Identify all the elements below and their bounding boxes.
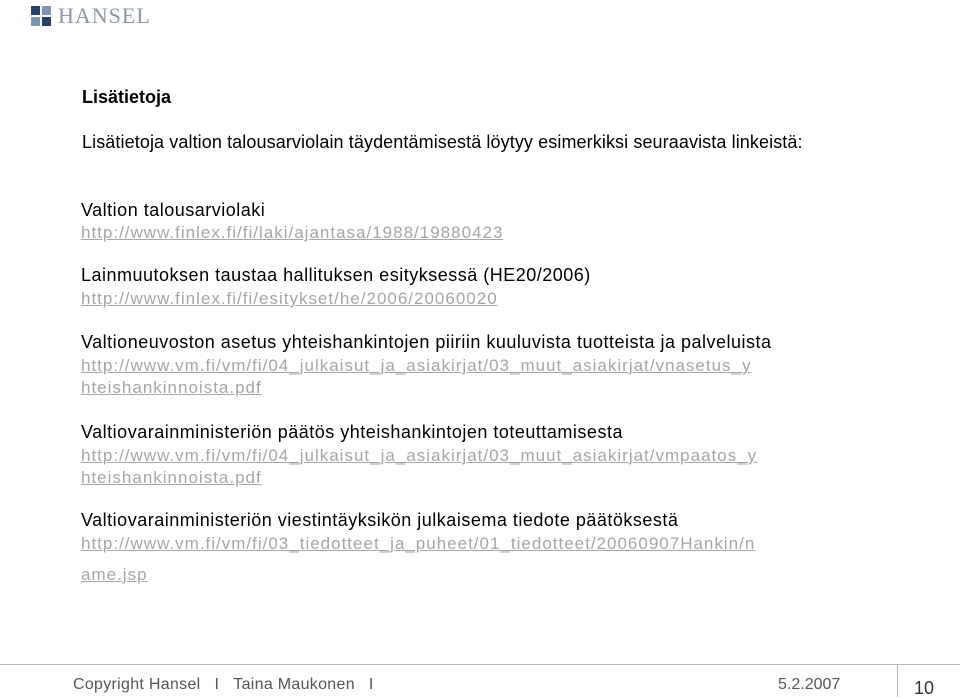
- section-title-vm-paatos: Valtiovarainministeriön päätös yhteishan…: [81, 422, 623, 442]
- hansel-logo-icon: [31, 6, 51, 26]
- section-title-tiedote: Valtiovarainministeriön viestintäyksikön…: [81, 510, 679, 530]
- link-tiedote-line-1[interactable]: http://www.vm.fi/vm/fi/03_tiedotteet_ja_…: [81, 532, 755, 555]
- section-title-vn-asetus: Valtioneuvoston asetus yhteishankintojen…: [81, 332, 772, 352]
- link-vm-paatos-line-1[interactable]: http://www.vm.fi/vm/fi/04_julkaisut_ja_a…: [81, 444, 757, 467]
- footer-author: Taina Maukonen: [233, 676, 355, 693]
- hansel-logo: HANSEL: [31, 3, 151, 29]
- section-title-lainmuutos: Lainmuutoksen taustaa hallituksen esityk…: [81, 265, 591, 285]
- footer-credits: Copyright Hansel I Taina Maukonen I: [73, 676, 388, 694]
- intro-text: Lisätietoja valtion talousarviolain täyd…: [82, 132, 803, 152]
- section-title-talousarviolaki: Valtion talousarviolaki: [81, 200, 266, 220]
- logo-text: HANSEL: [58, 3, 151, 28]
- link-talousarviolaki[interactable]: http://www.finlex.fi/fi/laki/ajantasa/19…: [81, 221, 503, 244]
- link-vn-asetus-line-1[interactable]: http://www.vm.fi/vm/fi/04_julkaisut_ja_a…: [81, 354, 752, 377]
- footer-divider: [0, 664, 960, 665]
- page-number: 10: [914, 678, 935, 698]
- footer-separator: I: [368, 676, 374, 693]
- footer-copyright: Copyright Hansel: [73, 676, 201, 693]
- page-heading: Lisätietoja: [82, 87, 172, 107]
- link-vm-paatos-line-2[interactable]: hteishankinnoista.pdf: [81, 466, 262, 489]
- link-lainmuutos[interactable]: http://www.finlex.fi/fi/esitykset/he/200…: [81, 287, 498, 310]
- link-tiedote-line-2[interactable]: ame.jsp: [81, 563, 148, 586]
- footer-separator: I: [214, 676, 220, 693]
- link-vn-asetus-line-2[interactable]: hteishankinnoista.pdf: [81, 376, 262, 399]
- footer-date: 5.2.2007: [778, 676, 841, 693]
